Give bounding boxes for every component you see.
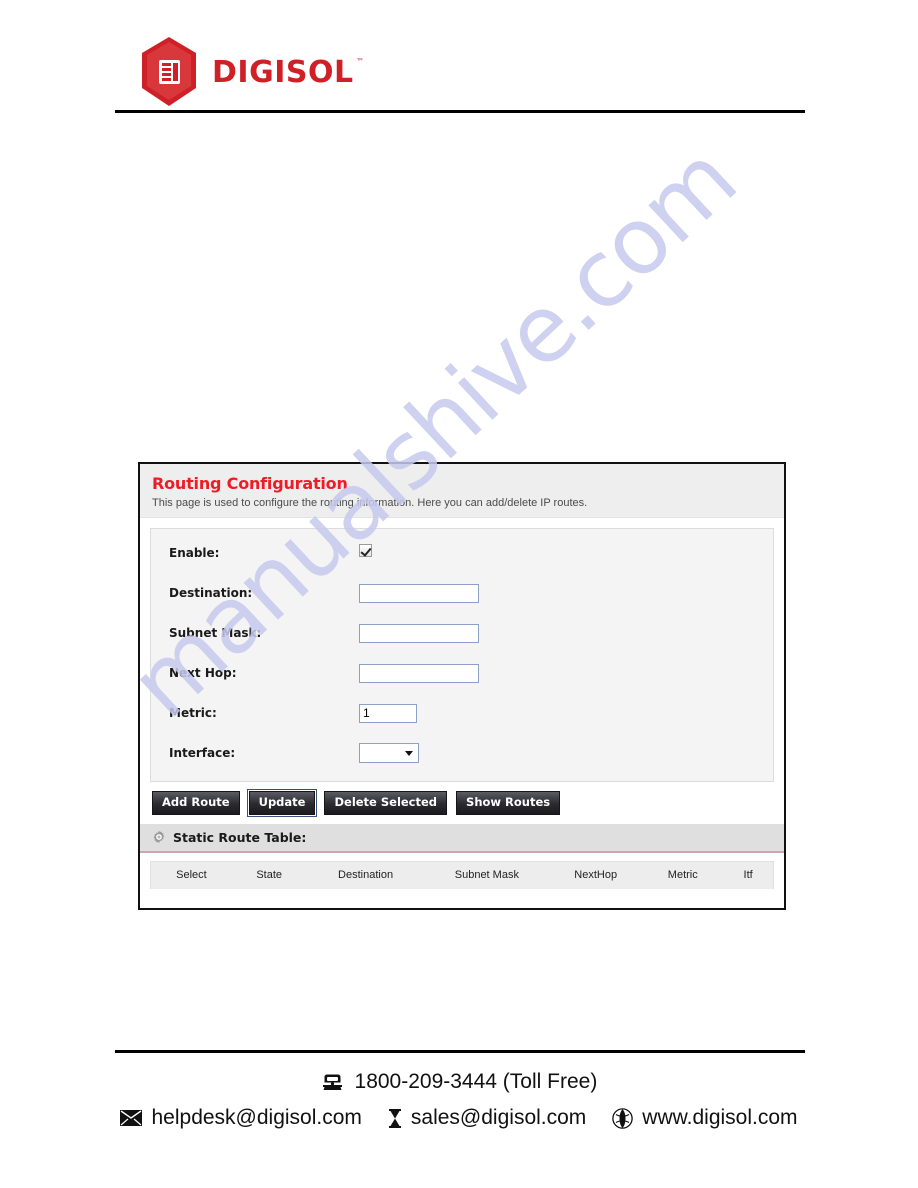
next-hop-control	[359, 663, 479, 683]
panel-header: Routing Configuration This page is used …	[140, 464, 784, 518]
metric-control	[359, 703, 417, 723]
column-header-metric: Metric	[667, 868, 698, 881]
globe-icon	[612, 1107, 634, 1129]
footer-sales-email-text: sales@digisol.com	[410, 1106, 587, 1129]
footer-sales-email[interactable]: sales@digisol.com	[388, 1106, 586, 1130]
add-route-button[interactable]: Add Route	[152, 791, 240, 815]
routing-form: Enable: Destination: Subnet Mask: Next H…	[150, 528, 774, 782]
update-button[interactable]: Update	[246, 789, 318, 817]
interface-control	[359, 743, 419, 763]
subnet-mask-input[interactable]	[359, 623, 479, 643]
logo-wordmark-text: DIGISOL	[212, 54, 354, 90]
page-description: This page is used to configure the routi…	[152, 497, 588, 509]
footer-website-text: www.digisol.com	[642, 1106, 798, 1129]
digisol-hexagon-logo-icon	[140, 36, 198, 108]
header-divider	[115, 110, 805, 113]
form-row-next-hop: Next Hop:	[151, 653, 773, 693]
destination-label: Destination:	[169, 586, 253, 600]
static-route-table-section: Static Route Table: Select State Destina…	[140, 823, 784, 889]
digisol-logo: DIGISOL ™	[140, 36, 364, 108]
interface-select[interactable]	[359, 743, 419, 763]
column-header-state: State	[256, 868, 283, 881]
enable-checkbox[interactable]	[359, 544, 372, 557]
static-route-table-container: Select State Destination Subnet Mask Nex…	[150, 860, 774, 889]
subnet-mask-control	[359, 623, 479, 643]
gear-icon	[153, 830, 165, 844]
footer-divider	[115, 1050, 805, 1053]
destination-input[interactable]	[359, 583, 479, 603]
destination-control	[359, 583, 479, 603]
next-hop-input[interactable]	[359, 663, 479, 683]
static-route-table-header-bar: Static Route Table:	[140, 823, 784, 853]
form-row-interface: Interface:	[151, 733, 773, 773]
column-header-destination: Destination	[338, 868, 394, 881]
interface-label: Interface:	[169, 746, 236, 760]
chevron-down-icon	[405, 751, 413, 756]
column-header-next-hop: NextHop	[574, 868, 618, 881]
page-footer: 1800-209-3444 (Toll Free) helpdesk@digis…	[0, 1028, 918, 1188]
footer-contacts: helpdesk@digisol.com sales@digisol.com w…	[0, 1106, 918, 1130]
form-row-destination: Destination:	[151, 573, 773, 613]
show-routes-button[interactable]: Show Routes	[456, 791, 561, 815]
footer-phone-line: 1800-209-3444 (Toll Free)	[0, 1070, 918, 1094]
footer-helpdesk-email-text: helpdesk@digisol.com	[151, 1106, 362, 1129]
subnet-mask-label: Subnet Mask:	[169, 626, 262, 640]
page-title: Routing Configuration	[152, 474, 348, 493]
delete-selected-button[interactable]: Delete Selected	[324, 791, 448, 815]
trademark-symbol: ™	[356, 56, 365, 66]
hourglass-icon	[388, 1108, 401, 1128]
footer-helpdesk-email[interactable]: helpdesk@digisol.com	[120, 1106, 362, 1130]
logo-wordmark: DIGISOL ™	[212, 54, 364, 90]
column-header-subnet-mask: Subnet Mask	[454, 868, 519, 881]
footer-phone-text: 1800-209-3444 (Toll Free)	[354, 1070, 598, 1093]
column-header-itf: Itf	[743, 868, 753, 881]
enable-control[interactable]	[359, 544, 372, 562]
next-hop-label: Next Hop:	[169, 666, 237, 680]
envelope-icon	[120, 1110, 143, 1126]
action-button-row: Add Route Update Delete Selected Show Ro…	[140, 782, 784, 824]
metric-label: Metric:	[169, 706, 217, 720]
form-row-metric: Metric:	[151, 693, 773, 733]
column-header-select: Select	[176, 868, 207, 881]
static-route-table-title: Static Route Table:	[173, 829, 307, 845]
footer-website-link[interactable]: www.digisol.com	[612, 1106, 798, 1130]
routing-configuration-panel: Routing Configuration This page is used …	[138, 462, 786, 910]
metric-input[interactable]	[359, 703, 417, 723]
form-row-subnet-mask: Subnet Mask:	[151, 613, 773, 653]
form-row-enable: Enable:	[151, 533, 773, 573]
table-header-row: Select State Destination Subnet Mask Nex…	[151, 862, 773, 889]
telephone-icon	[322, 1074, 342, 1090]
page-header: DIGISOL ™	[0, 0, 918, 130]
static-route-table: Select State Destination Subnet Mask Nex…	[151, 861, 773, 889]
enable-label: Enable:	[169, 546, 220, 560]
